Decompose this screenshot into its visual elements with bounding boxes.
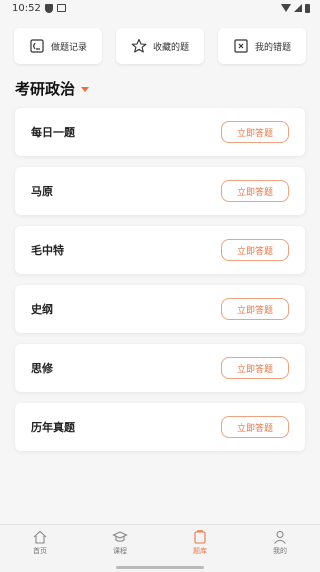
- start-answer-button[interactable]: 立即答题: [221, 239, 289, 261]
- star-icon: [131, 38, 147, 54]
- item-label: 马原: [31, 185, 53, 198]
- wifi-icon: [281, 4, 291, 12]
- list-item[interactable]: 史纲 立即答题: [15, 285, 305, 333]
- section-title: 考研政治: [15, 80, 76, 98]
- status-bar: 10:52: [0, 0, 320, 16]
- caret-down-icon: [81, 87, 90, 92]
- start-answer-button[interactable]: 立即答题: [221, 298, 289, 320]
- favorites-label: 收藏的题: [152, 42, 189, 53]
- start-answer-button[interactable]: 立即答题: [221, 416, 289, 438]
- item-label: 思修: [31, 362, 53, 375]
- profile-icon: [274, 530, 286, 544]
- start-answer-button[interactable]: 立即答题: [221, 180, 289, 202]
- tab-question-bank[interactable]: 题库: [170, 529, 230, 556]
- wrong-icon: [233, 38, 249, 54]
- bottom-tab-bar: 首页 课程 题库 我的: [0, 524, 320, 572]
- list-item[interactable]: 思修 立即答题: [15, 344, 305, 392]
- tab-home[interactable]: 首页: [10, 529, 70, 556]
- practice-record-button[interactable]: 做题记录: [14, 28, 102, 64]
- home-icon: [33, 530, 47, 544]
- start-answer-button[interactable]: 立即答题: [221, 121, 289, 143]
- shield-icon: [44, 3, 53, 13]
- item-label: 每日一题: [31, 126, 75, 139]
- course-icon: [112, 531, 128, 542]
- tab-course-label: 课程: [113, 547, 127, 555]
- tab-profile-label: 我的: [273, 547, 287, 555]
- tab-home-label: 首页: [33, 547, 47, 555]
- list-item[interactable]: 毛中特 立即答题: [15, 226, 305, 274]
- sim-card-icon: [56, 4, 66, 12]
- home-indicator: [116, 566, 204, 569]
- list-item[interactable]: 历年真题 立即答题: [15, 403, 305, 451]
- quick-actions: 做题记录 收藏的题 我的错题: [14, 28, 306, 64]
- record-icon: [29, 38, 45, 54]
- start-answer-button[interactable]: 立即答题: [221, 357, 289, 379]
- tab-course[interactable]: 课程: [90, 529, 150, 556]
- item-label: 历年真题: [31, 421, 75, 434]
- subject-selector[interactable]: 考研政治: [15, 78, 90, 99]
- tab-question-bank-label: 题库: [193, 547, 207, 555]
- status-time: 10:52: [12, 2, 41, 14]
- practice-record-label: 做题记录: [50, 42, 87, 53]
- wrong-questions-button[interactable]: 我的错题: [218, 28, 306, 64]
- item-label: 毛中特: [31, 244, 64, 257]
- favorites-button[interactable]: 收藏的题: [116, 28, 204, 64]
- list-item[interactable]: 每日一题 立即答题: [15, 108, 305, 156]
- question-category-list: 每日一题 立即答题 马原 立即答题 毛中特 立即答题 史纲 立即答题 思修 立即…: [15, 108, 305, 462]
- question-bank-icon: [194, 530, 206, 544]
- signal-icon: [294, 4, 302, 12]
- tab-profile[interactable]: 我的: [250, 529, 310, 556]
- wrong-questions-label: 我的错题: [254, 42, 291, 53]
- list-item[interactable]: 马原 立即答题: [15, 167, 305, 215]
- battery-icon: [305, 3, 310, 13]
- item-label: 史纲: [31, 303, 53, 316]
